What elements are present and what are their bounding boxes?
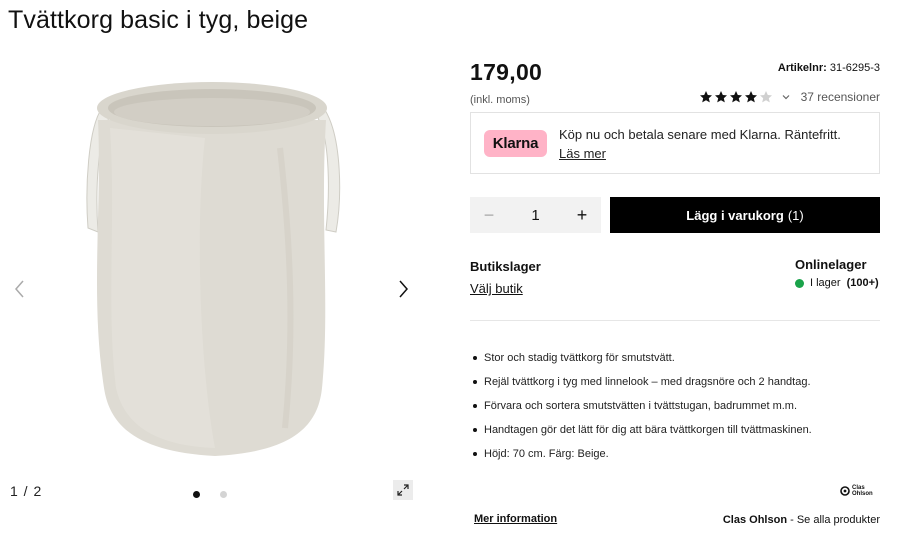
feature-item: Höjd: 70 cm. Färg: Beige. <box>470 442 812 466</box>
online-stock-count: (100+) <box>846 277 879 289</box>
decrease-quantity-button[interactable]: − <box>482 205 496 226</box>
star-filled-icon <box>729 91 742 103</box>
in-stock-indicator <box>795 278 804 288</box>
klarna-banner: Klarna Köp nu och betala senare med Klar… <box>470 112 880 174</box>
product-price: 179,00 <box>470 59 543 85</box>
rating-summary[interactable]: 37 recensioner <box>699 90 880 104</box>
feature-item: Stor och stadig tvättkorg för smutstvätt… <box>470 346 812 370</box>
online-stock-status: I lager (100+) <box>795 277 879 289</box>
feature-item: Förvara och sortera smutstvätten i tvätt… <box>470 394 812 418</box>
klarna-logo: Klarna <box>484 130 547 157</box>
chevron-down-icon <box>782 95 790 100</box>
feature-list: Stor och stadig tvättkorg för smutstvätt… <box>470 346 812 466</box>
see-all-products-link[interactable]: - Se alla produkter <box>790 514 880 526</box>
star-filled-icon <box>744 91 757 103</box>
article-number-value: 31-6295-3 <box>829 62 880 74</box>
product-gallery: 1 / 2 <box>0 50 430 520</box>
price-vat-note: (inkl. moms) <box>470 94 530 106</box>
gallery-dots <box>193 491 227 498</box>
klarna-text: Köp nu och betala senare med Klarna. Rän… <box>559 127 841 142</box>
add-to-cart-label: Lägg i varukorg <box>686 207 784 223</box>
fullscreen-button[interactable] <box>393 480 413 500</box>
online-stock-heading: Onlinelager <box>795 257 867 272</box>
article-number: Artikelnr: 31-6295-3 <box>778 62 880 74</box>
clas-ohlson-logo-icon <box>840 486 850 496</box>
chevron-right-icon <box>399 280 408 298</box>
star-filled-icon <box>699 91 712 103</box>
online-stock-text: I lager <box>810 277 841 289</box>
product-image <box>86 82 341 456</box>
article-number-label: Artikelnr: <box>777 62 827 74</box>
image-counter: 1 / 2 <box>10 483 43 499</box>
expand-icon <box>397 484 409 496</box>
choose-store-link[interactable]: Välj butik <box>470 281 523 296</box>
quantity-stepper: − 1 + <box>470 197 601 233</box>
rating-stars <box>699 90 773 104</box>
product-title: Tvättkorg basic i tyg, beige <box>8 6 309 34</box>
next-image-button[interactable] <box>395 278 411 300</box>
brand-logo: Clas Ohlson <box>840 485 873 497</box>
gallery-dot-2[interactable] <box>220 491 227 498</box>
klarna-read-more-link[interactable]: Läs mer <box>559 146 606 161</box>
brand-line: Clas Ohlson - Se alla produkter <box>723 514 880 526</box>
previous-image-button[interactable] <box>12 278 28 300</box>
feature-item: Handtagen gör det lätt för dig att bära … <box>470 418 812 442</box>
chevron-left-icon <box>15 280 24 298</box>
brand-name: Clas Ohlson <box>722 514 788 526</box>
reviews-count[interactable]: 37 recensioner <box>801 90 880 104</box>
gallery-dot-1[interactable] <box>193 491 200 498</box>
star-empty-icon <box>759 91 772 103</box>
more-information-link[interactable]: Mer information <box>474 513 557 525</box>
store-stock-heading: Butikslager <box>470 259 541 274</box>
brand-logo-line2: Ohlson <box>852 491 873 497</box>
increase-quantity-button[interactable]: + <box>575 205 589 226</box>
star-filled-icon <box>714 91 727 103</box>
feature-item: Rejäl tvättkorg i tyg med linnelook – me… <box>470 370 812 394</box>
quantity-value[interactable]: 1 <box>531 207 539 224</box>
add-to-cart-count: (1) <box>787 207 804 223</box>
add-to-cart-button[interactable]: Lägg i varukorg (1) <box>610 197 880 233</box>
section-divider <box>470 320 880 321</box>
